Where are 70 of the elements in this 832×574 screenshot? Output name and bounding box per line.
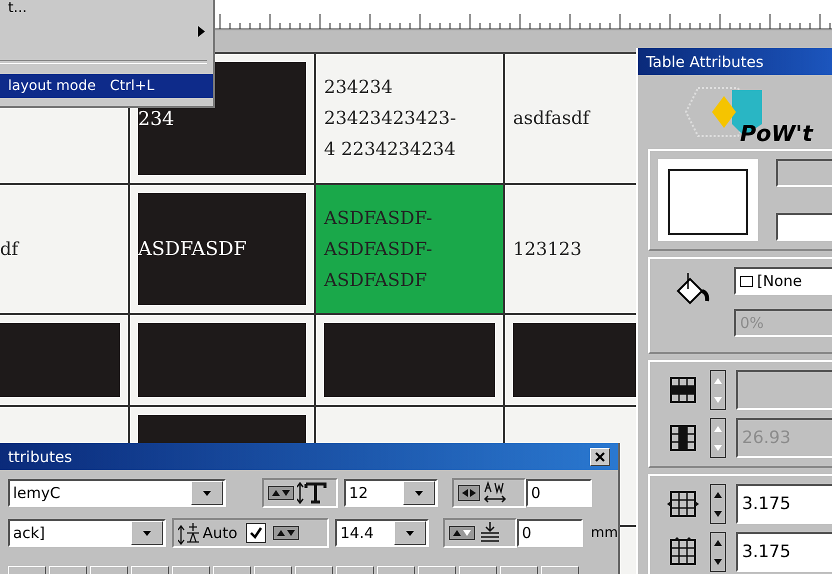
menu-item[interactable]: t... [0, 0, 213, 18]
tracking-field[interactable]: 0 [526, 479, 592, 507]
down-arrow-icon [714, 510, 722, 516]
up-arrow-icon [714, 378, 722, 384]
spinner[interactable] [268, 486, 294, 500]
dropdown-arrow-icon [203, 490, 211, 496]
up-arrow-icon [714, 492, 722, 498]
dialog-title: ttributes [8, 448, 72, 466]
cell-text: 234 [138, 108, 176, 130]
close-button[interactable] [590, 448, 610, 466]
input-field[interactable] [776, 213, 832, 242]
cell-text: ASDFASDF [324, 268, 428, 292]
submenu-arrow-icon [198, 26, 205, 37]
menu-item-label: layout mode [8, 78, 96, 94]
cell-text: ASDFASDF [138, 238, 248, 260]
unit-label: mm [590, 525, 618, 541]
leading-icon [178, 521, 200, 545]
left-arrow-icon [462, 489, 468, 497]
cell-text: 23423423423- [324, 107, 456, 131]
up-arrow-icon [277, 530, 286, 536]
cell-text: asdfasdf [513, 107, 590, 131]
fill-color-dropdown[interactable]: [None [734, 267, 832, 296]
spinner[interactable] [273, 526, 300, 540]
up-arrow-icon [714, 540, 722, 546]
down-arrow-icon [714, 558, 722, 564]
kerning-arrows[interactable] [458, 485, 480, 501]
cell-text: ASDFASDF- [324, 238, 432, 262]
up-arrow-icon [272, 490, 280, 496]
style-dropdown[interactable]: ack] [8, 519, 166, 547]
down-arrow-icon [282, 490, 290, 496]
input-field[interactable]: 3.175 [736, 484, 832, 524]
cell-text: 123123 [513, 238, 582, 262]
spinner[interactable] [710, 532, 726, 572]
leading-dropdown[interactable]: 14.4 [335, 519, 430, 547]
menu-item[interactable]: layout mode Ctrl+L [0, 74, 213, 98]
check-icon [249, 526, 264, 540]
down-arrow-icon [714, 396, 722, 402]
dropdown-arrow-icon [406, 530, 414, 536]
down-arrow-icon [714, 444, 722, 450]
spinner[interactable] [449, 526, 476, 540]
down-arrow-icon [463, 530, 472, 536]
spinner[interactable] [710, 370, 726, 410]
spinner[interactable] [710, 418, 726, 458]
dropdown-arrow-icon [415, 490, 423, 496]
logo-text: PoW't [740, 122, 813, 147]
up-arrow-icon [714, 426, 722, 432]
close-icon [595, 452, 605, 462]
input-field[interactable] [776, 158, 832, 187]
cell-text: 234234 [324, 76, 394, 100]
cell-text: ASDFASDF- [324, 206, 432, 230]
down-arrow-icon [287, 530, 296, 536]
color-name: [None [757, 272, 802, 290]
panel-title: Table Attributes [646, 52, 764, 71]
font-dropdown[interactable]: lemyC [8, 479, 226, 507]
spinner[interactable] [710, 484, 726, 524]
font-size-dropdown[interactable]: 12 [344, 479, 438, 507]
up-arrow-icon [453, 530, 462, 536]
right-arrow-icon [470, 489, 476, 497]
table-grid-icon [666, 489, 700, 519]
baseline-field[interactable]: 0 [516, 519, 583, 547]
input-field[interactable]: 3.175 [736, 532, 832, 572]
menu-item-label: t... [8, 0, 27, 16]
font-size-icon [297, 482, 327, 504]
cell-text: 4 2234234234 [324, 138, 456, 162]
tracking-icon [483, 481, 507, 505]
auto-label: Auto [202, 524, 238, 542]
checkbox[interactable] [246, 523, 266, 543]
shortcut-text: Ctrl+L [110, 78, 154, 94]
cell-text: df [0, 238, 18, 262]
dropdown-arrow-icon [142, 530, 151, 536]
